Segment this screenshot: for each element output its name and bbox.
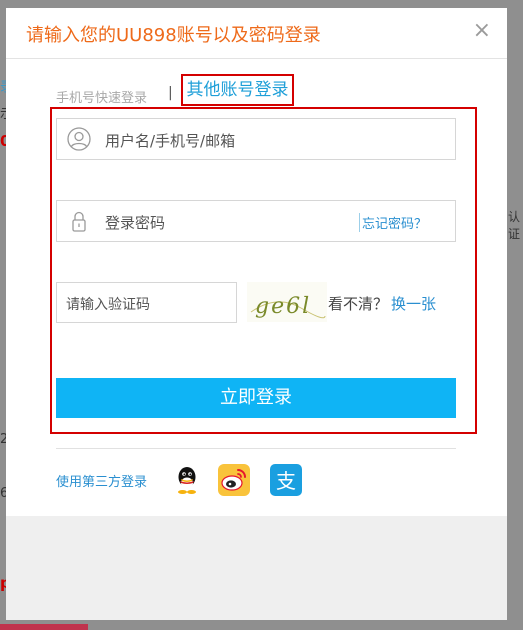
username-placeholder: 用户名/手机号/邮箱 <box>105 132 236 150</box>
third-party-label: 使用第三方登录 <box>56 475 148 490</box>
svg-text:支: 支 <box>276 469 296 493</box>
captcha-image[interactable]: ge6l <box>247 282 327 322</box>
bg-tab <box>0 624 88 630</box>
login-dialog: 请输入您的UU898账号以及密码登录 × 手机号快速登录 | 其他账号登录 用户… <box>6 8 507 516</box>
weibo-icon[interactable] <box>218 464 250 496</box>
bg-fragment: 认证 <box>508 210 521 241</box>
divider <box>56 448 456 449</box>
username-input[interactable]: 用户名/手机号/邮箱 <box>56 118 456 160</box>
password-input[interactable]: 登录密码 忘记密码？ <box>56 200 456 242</box>
dialog-bottom-area <box>6 516 507 620</box>
captcha-input[interactable]: 请输入验证码 <box>56 282 237 323</box>
dialog-header: 请输入您的UU898账号以及密码登录 × <box>6 8 507 59</box>
captcha-text: ge6l <box>255 294 311 319</box>
alipay-icon[interactable]: 支 <box>270 464 302 496</box>
tab-other-login[interactable]: 其他账号登录 <box>181 74 294 106</box>
login-button[interactable]: 立即登录 <box>56 378 456 418</box>
close-icon[interactable]: × <box>473 18 491 43</box>
tab-separator: | <box>168 85 173 101</box>
captcha-refresh-link[interactable]: 换一张 <box>391 293 436 314</box>
qq-icon[interactable] <box>171 464 203 496</box>
user-icon <box>67 127 91 151</box>
captcha-hint: 看不清？ <box>328 295 389 313</box>
captcha-placeholder: 请输入验证码 <box>66 297 150 313</box>
dialog-title: 请输入您的UU898账号以及密码登录 <box>26 25 321 46</box>
lock-icon <box>72 211 86 232</box>
forgot-password-link[interactable]: 忘记密码？ <box>358 213 427 232</box>
password-placeholder: 登录密码 <box>105 214 166 232</box>
tab-quick-login[interactable]: 手机号快速登录 <box>56 87 147 106</box>
